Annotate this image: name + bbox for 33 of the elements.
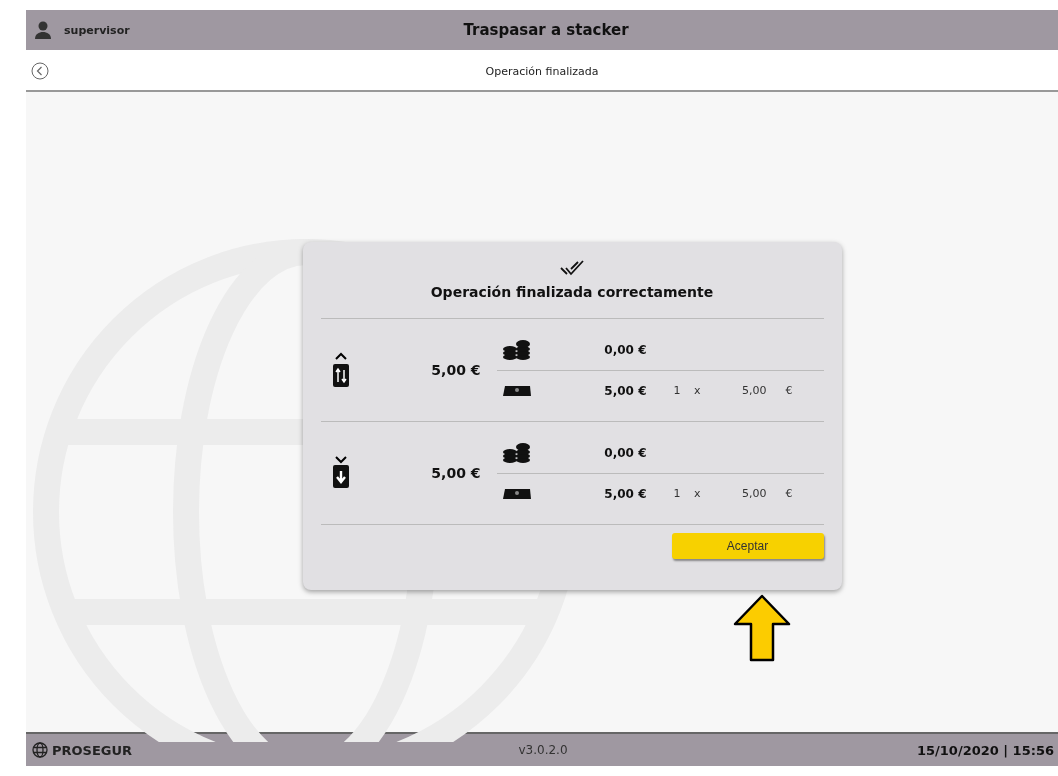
coins-icon [501,338,532,361]
globe-logo-icon [32,742,48,758]
multiply-sign: x [693,384,701,397]
currency-symbol: € [784,384,793,397]
total-amount: 5,00 € [430,465,482,481]
dialog-title: Operación finalizada correctamente [320,284,824,319]
version-label: v3.0.2.0 [517,743,569,757]
accept-button[interactable]: Aceptar [671,533,824,559]
double-check-icon [560,260,584,276]
page-subtitle: Operación finalizada [484,64,600,78]
stacker-up-down-icon [331,352,350,388]
back-icon[interactable] [31,62,49,80]
user-icon [34,21,52,39]
arrow-up-icon [731,594,792,662]
banknotes-icon [501,486,532,501]
notes-amount: 5,00 € [603,383,647,398]
coins-amount: 0,00 € [603,342,647,357]
user-name: supervisor [64,23,130,37]
notes-amount: 5,00 € [603,486,647,501]
note-count: 1 [672,487,681,500]
coins-icon [501,441,532,464]
date-time: 15/10/2020 | 15:56 [915,742,1054,758]
brand-name: PROSEGUR [52,742,133,758]
total-amount: 5,00 € [430,362,482,378]
note-count: 1 [672,384,681,397]
currency-symbol: € [784,487,793,500]
note-denomination: 5,00 [741,384,767,397]
stacker-down-icon [331,455,350,491]
coins-amount: 0,00 € [603,445,647,460]
note-denomination: 5,00 [741,487,767,500]
multiply-sign: x [693,487,701,500]
screen-title: Traspasar a stacker [462,21,630,39]
banknotes-icon [501,383,532,398]
